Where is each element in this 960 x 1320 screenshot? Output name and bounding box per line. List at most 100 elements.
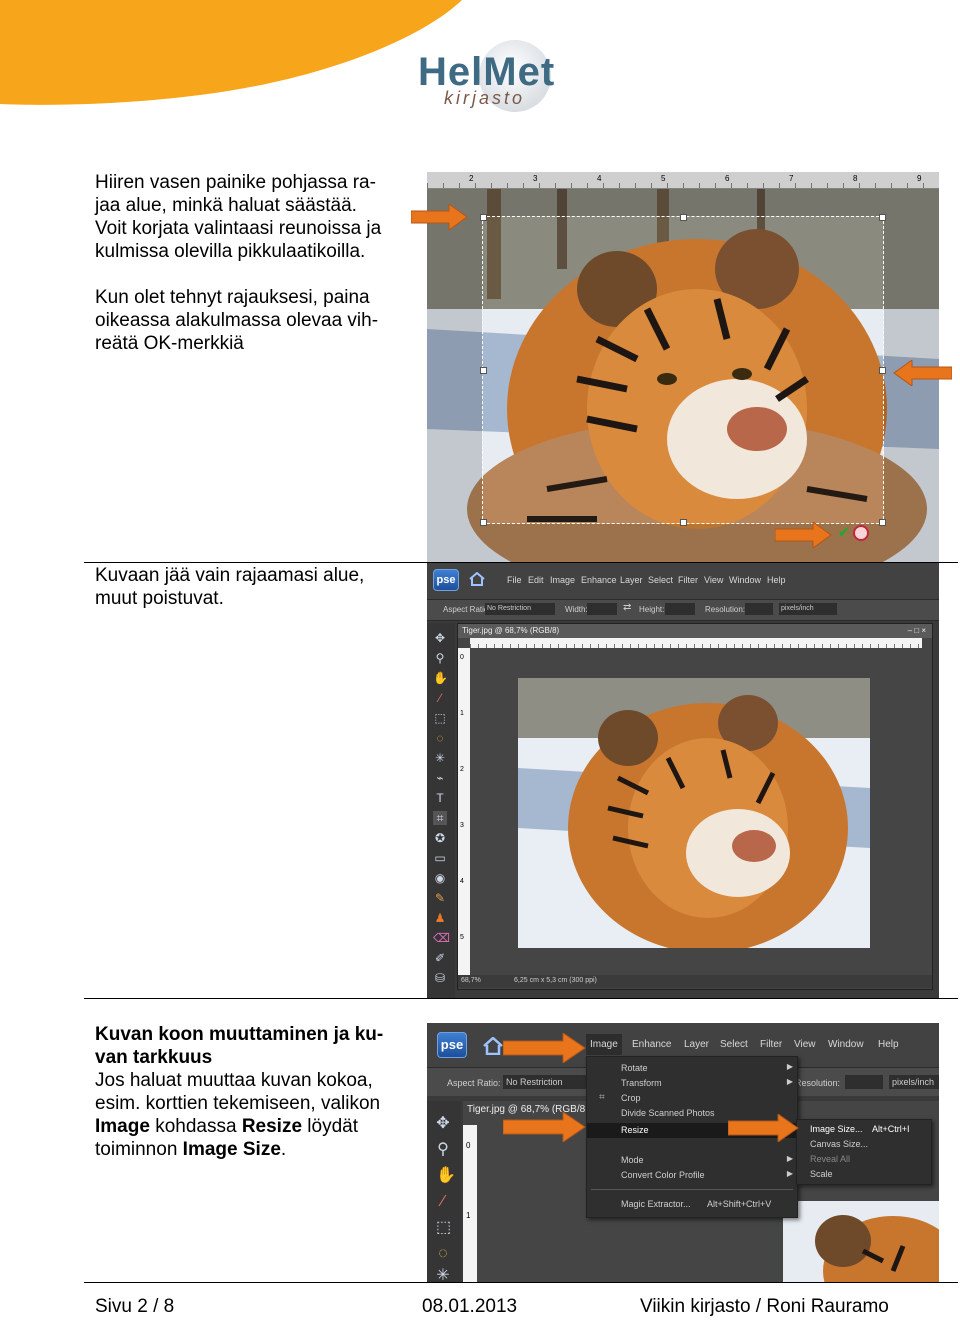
width-field[interactable] <box>587 603 617 615</box>
cropped-tiger-photo <box>518 678 870 948</box>
crop-handle[interactable] <box>480 214 487 221</box>
text-line: Kun olet tehnyt rajauksesi, paina <box>95 287 370 308</box>
menu-select[interactable]: Select <box>648 575 673 585</box>
unit-select[interactable]: pixels/inch <box>779 603 837 615</box>
crop-handle[interactable] <box>879 519 886 526</box>
magic-wand-icon[interactable]: ✳ <box>436 1268 450 1283</box>
crop-handle[interactable] <box>680 519 687 526</box>
crop-handle[interactable] <box>879 214 886 221</box>
cookie-cutter-icon[interactable]: ✪ <box>433 831 447 845</box>
menu-item-scale[interactable]: Scale <box>797 1167 931 1182</box>
page-number: Sivu 2 / 8 <box>95 1296 175 1317</box>
zoom-tool-icon[interactable]: ⚲ <box>436 1142 450 1158</box>
menu-item-label: Convert Color Profile <box>621 1170 705 1180</box>
menu-filter[interactable]: Filter <box>760 1039 782 1050</box>
menu-layer[interactable]: Layer <box>684 1039 709 1050</box>
menu-item-reveal-all[interactable]: Reveal All <box>797 1152 931 1167</box>
home-icon[interactable] <box>483 1037 503 1055</box>
menu-image[interactable]: Image <box>550 575 575 585</box>
submenu-arrow-icon: ▶ <box>786 1169 793 1178</box>
menu-edit[interactable]: Edit <box>528 575 544 585</box>
text-fragment: . <box>280 1139 287 1160</box>
hand-tool-icon[interactable]: ✋ <box>436 1168 456 1184</box>
width-label: Width: <box>565 605 588 614</box>
eyedropper-icon[interactable]: ⁄ <box>433 691 447 705</box>
magic-wand-icon[interactable]: ✳ <box>433 751 447 765</box>
unit-select[interactable]: pixels/inch <box>889 1075 939 1089</box>
menu-item-mode[interactable]: Mode ▶ <box>587 1153 797 1168</box>
page-header: HelMet kirjasto <box>0 0 600 140</box>
eraser-icon[interactable]: ⌫ <box>433 931 450 945</box>
menu-item-magic-extractor[interactable]: Magic Extractor... Alt+Shift+Ctrl+V <box>587 1197 797 1212</box>
text-line: Kuvaan jää vain rajaamasi alue, <box>95 565 365 586</box>
resolution-field[interactable] <box>745 603 773 615</box>
menu-item-canvas-size[interactable]: Canvas Size... <box>797 1137 931 1152</box>
hand-tool-icon[interactable]: ✋ <box>433 671 448 685</box>
marquee-tool-icon[interactable]: ⬚ <box>436 1220 451 1236</box>
menu-enhance[interactable]: Enhance <box>632 1039 671 1050</box>
menu-item-label: Reveal All <box>810 1154 851 1164</box>
ruler-number: 1 <box>466 1211 471 1220</box>
menu-filter[interactable]: Filter <box>678 575 698 585</box>
menu-help[interactable]: Help <box>878 1039 899 1050</box>
menu-item-convert-profile[interactable]: Convert Color Profile ▶ <box>587 1168 797 1183</box>
healing-brush-icon[interactable]: ✎ <box>433 891 447 905</box>
crop-handle[interactable] <box>480 367 487 374</box>
crop-handle[interactable] <box>680 214 687 221</box>
swap-icon[interactable]: ⇄ <box>623 602 631 613</box>
aspect-ratio-select[interactable]: No Restriction <box>485 603 555 615</box>
menu-item-label: Scale <box>810 1169 833 1179</box>
crop-selection[interactable] <box>480 214 886 526</box>
menu-help[interactable]: Help <box>767 575 786 585</box>
home-icon[interactable] <box>469 572 485 586</box>
marquee-tool-icon[interactable]: ⬚ <box>433 711 447 725</box>
window-controls[interactable]: – □ × <box>908 626 926 635</box>
arrow-right-icon <box>503 1112 586 1142</box>
brush-icon[interactable]: ✐ <box>433 951 447 965</box>
crop-handle[interactable] <box>879 367 886 374</box>
menu-item-transform[interactable]: Transform ▶ <box>587 1076 797 1091</box>
menu-window[interactable]: Window <box>828 1039 864 1050</box>
cancel-icon[interactable] <box>853 525 869 541</box>
text-line: kulmissa olevilla pikkulaatikoilla. <box>95 241 366 262</box>
zoom-tool-icon[interactable]: ⚲ <box>433 651 447 665</box>
red-eye-icon[interactable]: ◉ <box>433 871 447 885</box>
menu-image[interactable]: Image <box>586 1034 622 1055</box>
straighten-icon[interactable]: ▭ <box>433 851 447 865</box>
zoom-level[interactable]: 68,7% <box>461 977 481 984</box>
lasso-tool-icon[interactable]: ◌ <box>436 1246 450 1262</box>
image-size-term: Image Size <box>182 1139 281 1160</box>
selection-brush-icon[interactable]: ⌁ <box>433 771 447 785</box>
menu-item-crop[interactable]: ⌗ Crop <box>587 1091 797 1106</box>
menu-view[interactable]: View <box>704 575 723 585</box>
menu-view[interactable]: View <box>794 1039 816 1050</box>
text-line: reätä OK-merkkiä <box>95 333 244 354</box>
eyedropper-icon[interactable]: ⁄ <box>436 1194 450 1210</box>
crop-tool-icon[interactable]: ⌗ <box>433 811 447 825</box>
status-bar: 68,7% 6,25 cm x 5,3 cm (300 ppi) <box>458 975 932 988</box>
height-label: Height: <box>639 605 665 614</box>
paint-bucket-icon[interactable]: ⛁ <box>433 971 447 985</box>
menu-enhance[interactable]: Enhance <box>581 575 617 585</box>
menu-select[interactable]: Select <box>720 1039 748 1050</box>
lasso-tool-icon[interactable]: ◌ <box>433 731 447 745</box>
aspect-ratio-select[interactable]: No Restriction <box>503 1075 586 1089</box>
resolution-field[interactable] <box>845 1075 883 1089</box>
type-tool-icon[interactable]: T <box>433 791 447 805</box>
height-field[interactable] <box>665 603 695 615</box>
clone-stamp-icon[interactable]: ♟ <box>433 911 447 925</box>
commit-check-icon[interactable]: ✔ <box>838 524 850 541</box>
move-tool-icon[interactable]: ✥ <box>436 1116 450 1132</box>
menu-item-label: Crop <box>621 1093 641 1103</box>
crop-handle[interactable] <box>480 519 487 526</box>
ruler-number: 0 <box>466 1141 471 1150</box>
text-line: muut poistuvat. <box>95 588 224 609</box>
menu-file[interactable]: File <box>507 575 522 585</box>
text-line: esim. korttien tekemiseen, valikon <box>95 1093 381 1114</box>
menu-window[interactable]: Window <box>729 575 761 585</box>
arrow-right-icon <box>728 1114 799 1142</box>
menu-item-image-size[interactable]: Image Size... Alt+Ctrl+I <box>797 1122 931 1137</box>
move-tool-icon[interactable]: ✥ <box>433 631 447 645</box>
menu-layer[interactable]: Layer <box>620 575 643 585</box>
menu-item-rotate[interactable]: Rotate ▶ <box>587 1061 797 1076</box>
